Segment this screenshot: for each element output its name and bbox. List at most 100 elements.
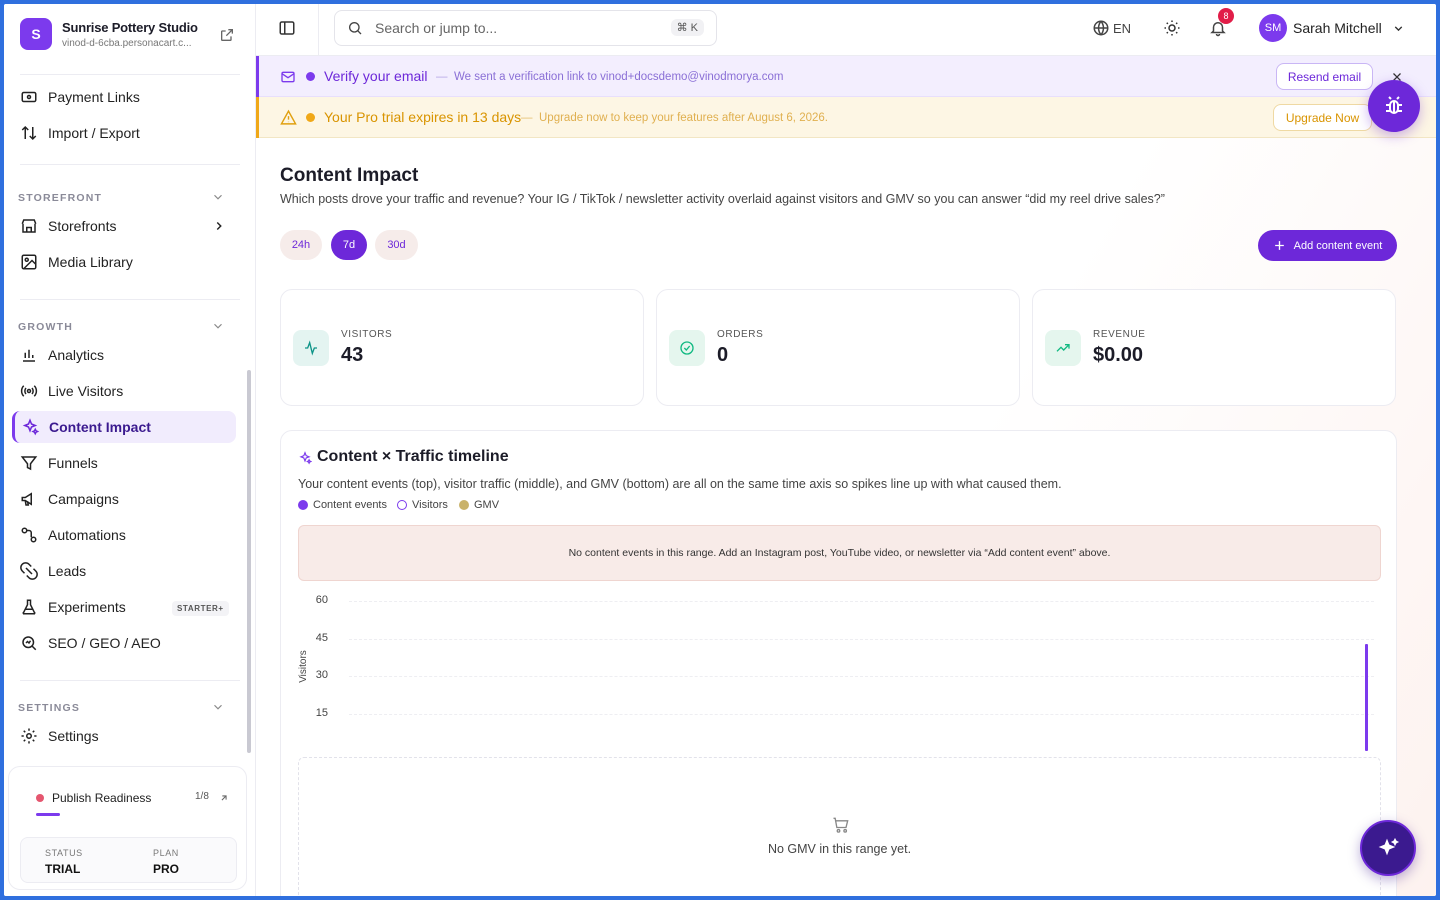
upgrade-now-button[interactable]: Upgrade Now	[1273, 104, 1372, 131]
divider	[20, 164, 240, 165]
chevron-down-icon[interactable]	[1392, 22, 1405, 35]
banner-title: Verify your email	[324, 68, 428, 84]
legend-gmv: GMV	[459, 499, 499, 511]
sidebar-item-label: Analytics	[48, 347, 105, 363]
bar-chart-icon	[23, 349, 35, 362]
verify-email-banner: Verify your email — We sent a verificati…	[256, 56, 1436, 97]
kpi-label: REVENUE	[1093, 329, 1146, 340]
search-input[interactable]: Search or jump to... ⌘ K	[334, 10, 717, 46]
external-link-icon[interactable]	[219, 27, 235, 43]
search-icon	[349, 22, 362, 35]
progress-bar	[36, 813, 60, 816]
add-content-event-label: Add content event	[1293, 239, 1383, 252]
language-selector[interactable]: EN	[1113, 21, 1131, 36]
plan-value: PRO	[153, 862, 180, 876]
legend-swatch	[459, 500, 469, 510]
import-export-icon	[21, 125, 37, 141]
plan-label: PLAN	[153, 848, 179, 858]
avatar[interactable]: SM	[1259, 14, 1287, 42]
timeline-title: Content × Traffic timeline	[317, 448, 509, 465]
chevron-right-icon	[216, 221, 222, 231]
timeline-description: Your content events (top), visitor traff…	[298, 477, 1062, 491]
visitors-bar[interactable]	[1365, 643, 1368, 751]
status-dot	[36, 794, 44, 802]
sidebar-item-import-export[interactable]: Import / Export	[12, 117, 236, 149]
divider	[20, 680, 240, 681]
storefront-icon	[21, 219, 37, 233]
legend-label: GMV	[474, 499, 500, 511]
sidebar-item-payment-links[interactable]: Payment Links	[12, 81, 236, 113]
sidebar-item-campaigns[interactable]: Campaigns	[12, 483, 236, 515]
shortcut-hint: ⌘ K	[670, 19, 704, 36]
gridline	[349, 601, 1374, 602]
workflow-icon	[21, 527, 37, 543]
status-dot	[306, 113, 315, 122]
sun-icon[interactable]	[1163, 19, 1181, 37]
sidebar-item-label: Payment Links	[48, 89, 140, 105]
sidebar-item-label: Content Impact	[49, 419, 151, 435]
sidebar-item-automations[interactable]: Automations	[12, 519, 236, 551]
status-dot	[306, 72, 315, 81]
sidebar-item-seo[interactable]: SEO / GEO / AEO	[12, 627, 236, 659]
banner-text: We sent a verification link to vinod+doc…	[454, 71, 784, 83]
chevron-down-icon[interactable]	[211, 190, 225, 204]
sidebar-item-label: Media Library	[48, 254, 133, 270]
warning-icon	[280, 109, 297, 125]
debug-button[interactable]	[1368, 80, 1420, 132]
status-value: TRIAL	[45, 862, 81, 876]
chevron-down-icon[interactable]	[211, 319, 225, 333]
legend-label: Content events	[313, 499, 387, 511]
sidebar-item-label: Settings	[48, 728, 99, 744]
sidebar-item-label: SEO / GEO / AEO	[48, 635, 161, 651]
globe-icon[interactable]	[1092, 19, 1110, 37]
sidebar-item-label: Import / Export	[48, 125, 140, 141]
range-7d-button[interactable]: 7d	[331, 230, 367, 260]
sidebar-item-live-visitors[interactable]: Live Visitors	[12, 375, 236, 407]
topbar: Search or jump to... ⌘ K EN 8 SM Sarah M…	[256, 4, 1436, 56]
publish-readiness-title: Publish Readiness	[52, 791, 152, 805]
user-name[interactable]: Sarah Mitchell	[1293, 20, 1382, 36]
ai-assistant-button[interactable]	[1360, 820, 1416, 876]
chevron-down-icon[interactable]	[211, 700, 225, 714]
sidebar-item-label: Campaigns	[48, 491, 119, 507]
sidebar-item-label: Storefronts	[48, 218, 117, 234]
sidebar-item-funnels[interactable]: Funnels	[12, 447, 236, 479]
sidebar-item-analytics[interactable]: Analytics	[12, 339, 236, 371]
divider	[20, 299, 240, 300]
divider	[318, 4, 319, 56]
megaphone-icon	[21, 492, 32, 506]
sidebar-item-media-library[interactable]: Media Library	[12, 246, 236, 278]
broadcast-icon	[20, 385, 38, 397]
gmv-chart: No GMV in this range yet.	[298, 757, 1381, 896]
range-24h-button[interactable]: 24h	[280, 230, 322, 260]
resend-email-button[interactable]: Resend email	[1276, 63, 1373, 90]
sidebar-scrollbar[interactable]	[247, 370, 251, 753]
add-content-event-button[interactable]: Add content event	[1258, 230, 1397, 261]
sidebar-item-storefronts[interactable]: Storefronts	[12, 210, 236, 242]
sidebar-toggle-icon[interactable]	[278, 19, 296, 37]
arrow-up-right-icon	[221, 795, 227, 801]
kpi-card-visitors: VISITORS 43	[280, 289, 644, 406]
sidebar-item-content-impact[interactable]: Content Impact	[12, 411, 236, 443]
flask-icon	[22, 599, 36, 615]
banner-separator: —	[436, 71, 448, 83]
sidebar-item-label: Funnels	[48, 455, 98, 471]
mail-icon	[281, 71, 295, 83]
trial-banner: Your Pro trial expires in 13 days — Upgr…	[256, 97, 1436, 138]
plan-badge: STARTER+	[172, 601, 229, 616]
gridline	[349, 638, 1374, 640]
kpi-icon-wrap	[1045, 330, 1081, 366]
shopping-cart-icon	[833, 817, 849, 833]
store-logo: S	[20, 18, 52, 50]
sidebar-item-label: Experiments	[48, 599, 126, 615]
check-circle-icon	[680, 341, 694, 355]
store-switcher[interactable]: S Sunrise Pottery Studio vinod-d-6cba.pe…	[20, 18, 198, 50]
sidebar-item-leads[interactable]: Leads	[12, 555, 236, 587]
content-traffic-timeline: Content × Traffic timeline Your content …	[280, 430, 1397, 896]
range-30d-button[interactable]: 30d	[375, 230, 418, 260]
sidebar-item-settings[interactable]: Settings	[12, 720, 236, 752]
sparkles-icon	[22, 418, 39, 436]
sidebar-item-label: Automations	[48, 527, 126, 543]
publish-readiness-count: 1/8	[195, 791, 209, 802]
publish-readiness-card[interactable]: Publish Readiness 1/8 STATUS TRIAL PLAN …	[8, 766, 247, 890]
